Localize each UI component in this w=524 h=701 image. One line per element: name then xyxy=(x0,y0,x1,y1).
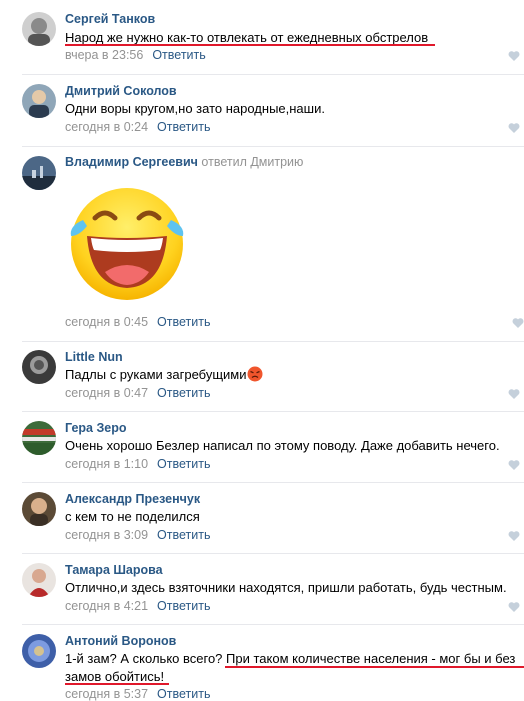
comment-time[interactable]: сегодня в 5:37 xyxy=(65,687,148,701)
comment-time[interactable]: сегодня в 0:47 xyxy=(65,386,148,400)
divider xyxy=(22,411,524,412)
avatar[interactable] xyxy=(22,156,56,190)
comment-meta: сегодня в 1:10 Ответить xyxy=(65,457,210,471)
avatar[interactable] xyxy=(22,492,56,526)
avatar[interactable] xyxy=(22,421,56,455)
comment-text: Отлично,и здесь взяточники находятся, пр… xyxy=(65,580,507,595)
heart-icon[interactable] xyxy=(508,50,520,62)
divider xyxy=(22,74,524,75)
comment-time[interactable]: сегодня в 0:45 xyxy=(65,315,148,329)
highlight-underline xyxy=(225,666,524,668)
comment-time[interactable]: сегодня в 0:24 xyxy=(65,120,148,134)
comment-meta: сегодня в 0:45 Ответить xyxy=(65,315,210,329)
comment-author[interactable]: Тамара Шарова xyxy=(65,563,163,577)
heart-icon[interactable] xyxy=(508,122,520,134)
comment-meta: сегодня в 5:37 Ответить xyxy=(65,687,210,701)
comment-author[interactable]: Гера Зеро xyxy=(65,421,127,435)
comment-time[interactable]: вчера в 23:56 xyxy=(65,48,143,62)
heart-icon[interactable] xyxy=(508,530,520,542)
reply-to-label[interactable]: ответил Дмитрию xyxy=(201,155,303,169)
comment-meta: вчера в 23:56 Ответить xyxy=(65,48,206,62)
comment-time[interactable]: сегодня в 1:10 xyxy=(65,457,148,471)
comment-meta: сегодня в 0:24 Ответить xyxy=(65,120,210,134)
angry-face-emoji xyxy=(247,366,263,382)
reply-link[interactable]: Ответить xyxy=(157,457,210,471)
comment-author[interactable]: Александр Презенчук xyxy=(65,492,200,506)
comment-meta: сегодня в 4:21 Ответить xyxy=(65,599,210,613)
reply-link[interactable]: Ответить xyxy=(157,528,210,542)
divider xyxy=(22,482,524,483)
comment-time[interactable]: сегодня в 3:09 xyxy=(65,528,148,542)
avatar[interactable] xyxy=(22,350,56,384)
reply-link[interactable]: Ответить xyxy=(157,599,210,613)
comment-author[interactable]: Антоний Воронов xyxy=(65,634,176,648)
divider xyxy=(22,341,524,342)
sticker xyxy=(65,178,189,306)
comment-author[interactable]: Сергей Танков xyxy=(65,12,155,26)
reply-link[interactable]: Ответить xyxy=(157,386,210,400)
reply-link[interactable]: Ответить xyxy=(157,315,210,329)
avatar[interactable] xyxy=(22,84,56,118)
avatar[interactable] xyxy=(22,634,56,668)
comment-text: с кем то не поделился xyxy=(65,509,200,524)
comment-text: Одни воры кругом,но зато народные,наши. xyxy=(65,101,325,116)
comment-author[interactable]: Дмитрий Соколов xyxy=(65,84,177,98)
comment-text: Очень хорошо Безлер написал по этому пов… xyxy=(65,438,500,453)
highlight-underline xyxy=(65,683,169,685)
comment-meta: сегодня в 0:47 Ответить xyxy=(65,386,210,400)
comment-time[interactable]: сегодня в 4:21 xyxy=(65,599,148,613)
reply-link[interactable]: Ответить xyxy=(157,687,210,701)
laughing-crying-emoji xyxy=(70,188,184,300)
avatar[interactable] xyxy=(22,563,56,597)
divider xyxy=(22,553,524,554)
comment-author[interactable]: Little Nun xyxy=(65,350,123,364)
comment-author[interactable]: Владимир Сергеевич ответил Дмитрию xyxy=(65,155,303,169)
highlight-underline xyxy=(65,44,435,46)
avatar[interactable] xyxy=(22,12,56,46)
comment-meta: сегодня в 3:09 Ответить xyxy=(65,528,210,542)
divider xyxy=(22,146,524,147)
heart-icon[interactable] xyxy=(512,317,524,329)
divider xyxy=(22,624,524,625)
reply-link[interactable]: Ответить xyxy=(157,120,210,134)
reply-link[interactable]: Ответить xyxy=(152,48,205,62)
heart-icon[interactable] xyxy=(508,388,520,400)
comment-text: Падлы с руками загребущими xyxy=(65,366,263,384)
heart-icon[interactable] xyxy=(508,601,520,613)
heart-icon[interactable] xyxy=(508,459,520,471)
